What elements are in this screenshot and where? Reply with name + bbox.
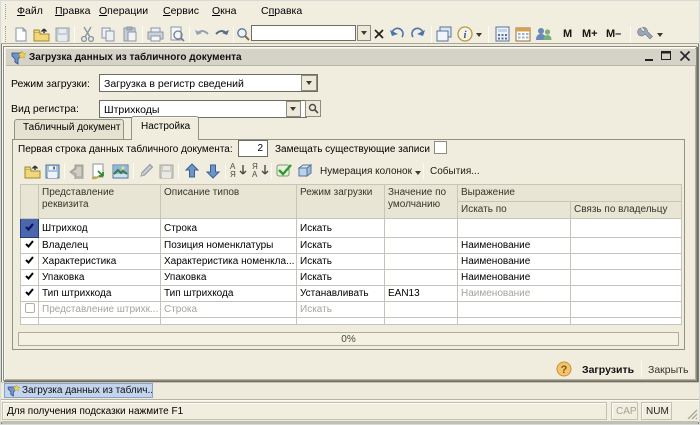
svg-text:?: ? — [561, 364, 568, 376]
